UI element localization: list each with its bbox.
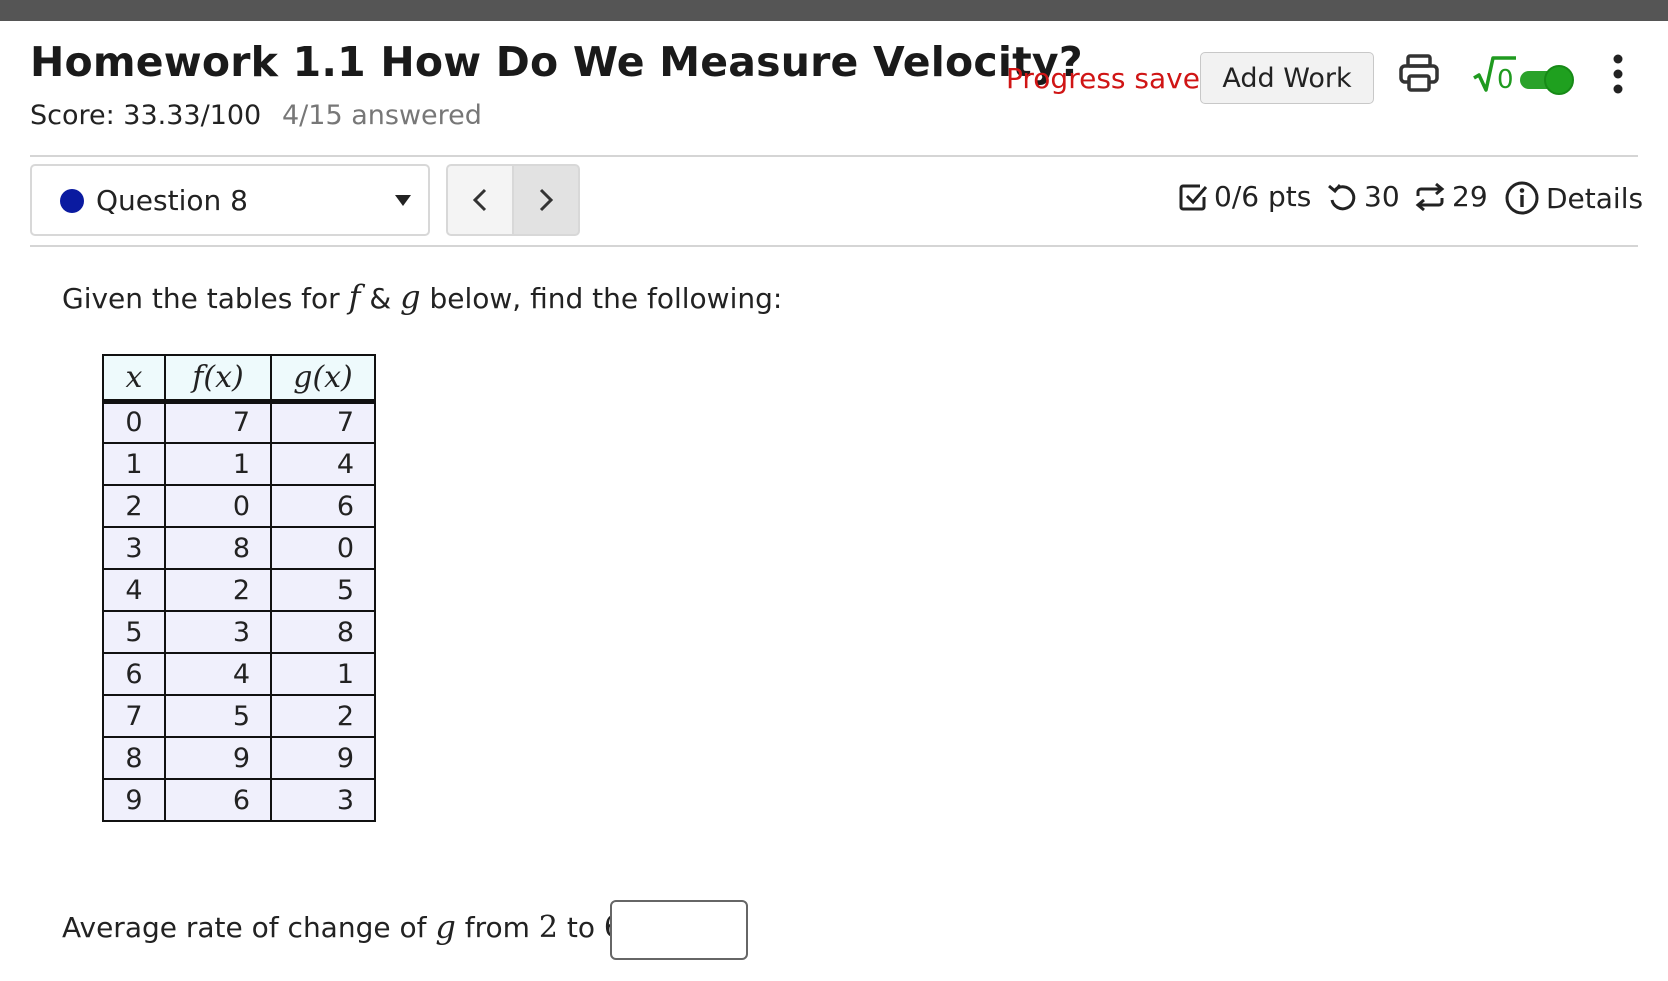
cell-fx: 3 <box>164 610 272 654</box>
column-header-gx: g(x) <box>270 354 376 404</box>
page-title: Homework 1.1 How Do We Measure Velocity? <box>30 38 1083 86</box>
cell-gx: 4 <box>270 442 376 486</box>
attempts-status: 30 <box>1326 180 1400 213</box>
cell-x: 8 <box>102 736 166 780</box>
points-text: 0/6 pts <box>1214 180 1312 213</box>
details-label: Details <box>1546 181 1644 215</box>
question-prompt: Given the tables for f & g below, find t… <box>62 278 782 316</box>
attempts-text: 30 <box>1364 180 1400 213</box>
part-start: 2 <box>538 909 558 945</box>
part-text-before: Average rate of change of <box>62 910 427 944</box>
table-row: 538 <box>102 610 376 654</box>
cell-x: 6 <box>102 652 166 696</box>
details-link[interactable]: Details <box>1504 180 1643 216</box>
question-selector-label: Question 8 <box>96 184 248 217</box>
table-row: 206 <box>102 484 376 528</box>
more-options-icon[interactable] <box>1608 52 1628 96</box>
function-table: x f(x) g(x) 0771142063804255386417528999… <box>102 354 376 822</box>
info-icon <box>1505 181 1539 215</box>
cell-fx: 9 <box>164 736 272 780</box>
previous-question-button[interactable] <box>446 164 514 236</box>
question-selector[interactable]: Question 8 <box>30 164 430 236</box>
table-row: 380 <box>102 526 376 570</box>
part-var: g <box>435 908 456 946</box>
math-entry-icon[interactable]: 0 <box>1472 54 1518 95</box>
part-to: to <box>566 910 595 944</box>
cell-gx: 3 <box>270 778 376 822</box>
progress-status: Progress saved <box>1006 62 1218 95</box>
prompt-amp: & <box>369 282 392 315</box>
chevron-right-icon <box>539 188 554 212</box>
cell-x: 3 <box>102 526 166 570</box>
toggle-knob <box>1544 65 1574 95</box>
answered-count: 4/15 answered <box>282 100 482 131</box>
cell-fx: 4 <box>164 652 272 696</box>
cell-gx: 0 <box>270 526 376 570</box>
cell-gx: 9 <box>270 736 376 780</box>
retries-text: 29 <box>1452 180 1488 213</box>
cell-gx: 8 <box>270 610 376 654</box>
cell-fx: 0 <box>164 484 272 528</box>
cell-x: 7 <box>102 694 166 738</box>
question-status-dot <box>60 189 84 213</box>
retry-icon <box>1415 182 1445 211</box>
print-icon[interactable] <box>1398 52 1440 94</box>
chevron-left-icon <box>472 188 487 212</box>
math-toggle-label: 0 <box>1497 65 1514 94</box>
points-status: 0/6 pts <box>1178 180 1311 213</box>
table-row: 752 <box>102 694 376 738</box>
cell-gx: 5 <box>270 568 376 612</box>
cell-fx: 1 <box>164 442 272 486</box>
checkbox-icon <box>1179 184 1208 210</box>
next-question-button[interactable] <box>512 164 580 236</box>
cell-x: 2 <box>102 484 166 528</box>
table-row: 641 <box>102 652 376 696</box>
table-row: 425 <box>102 568 376 612</box>
table-header-row: x f(x) g(x) <box>102 354 376 404</box>
cell-x: 5 <box>102 610 166 654</box>
undo-icon <box>1328 183 1356 210</box>
add-work-button[interactable]: Add Work <box>1200 52 1374 104</box>
cell-gx: 7 <box>270 400 376 444</box>
score-text: Score: 33.33/100 <box>30 100 262 131</box>
column-header-fx: f(x) <box>164 354 272 404</box>
column-header-x: x <box>102 354 166 404</box>
cell-gx: 6 <box>270 484 376 528</box>
math-toggle[interactable] <box>1518 65 1574 95</box>
cell-fx: 8 <box>164 526 272 570</box>
cell-fx: 5 <box>164 694 272 738</box>
table-row: 899 <box>102 736 376 780</box>
nav-divider <box>30 245 1638 247</box>
top-bar <box>0 0 1668 21</box>
question-part: Average rate of change of g from 2 to 6 … <box>62 908 655 946</box>
var-g: g <box>400 278 421 316</box>
cell-gx: 1 <box>270 652 376 696</box>
header-divider <box>30 155 1638 157</box>
table-row: 077 <box>102 400 376 444</box>
prompt-before: Given the tables for <box>62 282 340 315</box>
cell-x: 0 <box>102 400 166 444</box>
chevron-down-icon <box>394 192 412 206</box>
part-from: from <box>464 910 530 944</box>
table-row: 114 <box>102 442 376 486</box>
retries-status: 29 <box>1414 180 1488 213</box>
table-row: 963 <box>102 778 376 822</box>
cell-fx: 2 <box>164 568 272 612</box>
cell-fx: 7 <box>164 400 272 444</box>
cell-fx: 6 <box>164 778 272 822</box>
prompt-after: below, find the following: <box>429 282 783 315</box>
cell-x: 1 <box>102 442 166 486</box>
cell-gx: 2 <box>270 694 376 738</box>
var-f: f <box>348 278 361 316</box>
cell-x: 4 <box>102 568 166 612</box>
answer-input[interactable] <box>610 900 748 960</box>
cell-x: 9 <box>102 778 166 822</box>
